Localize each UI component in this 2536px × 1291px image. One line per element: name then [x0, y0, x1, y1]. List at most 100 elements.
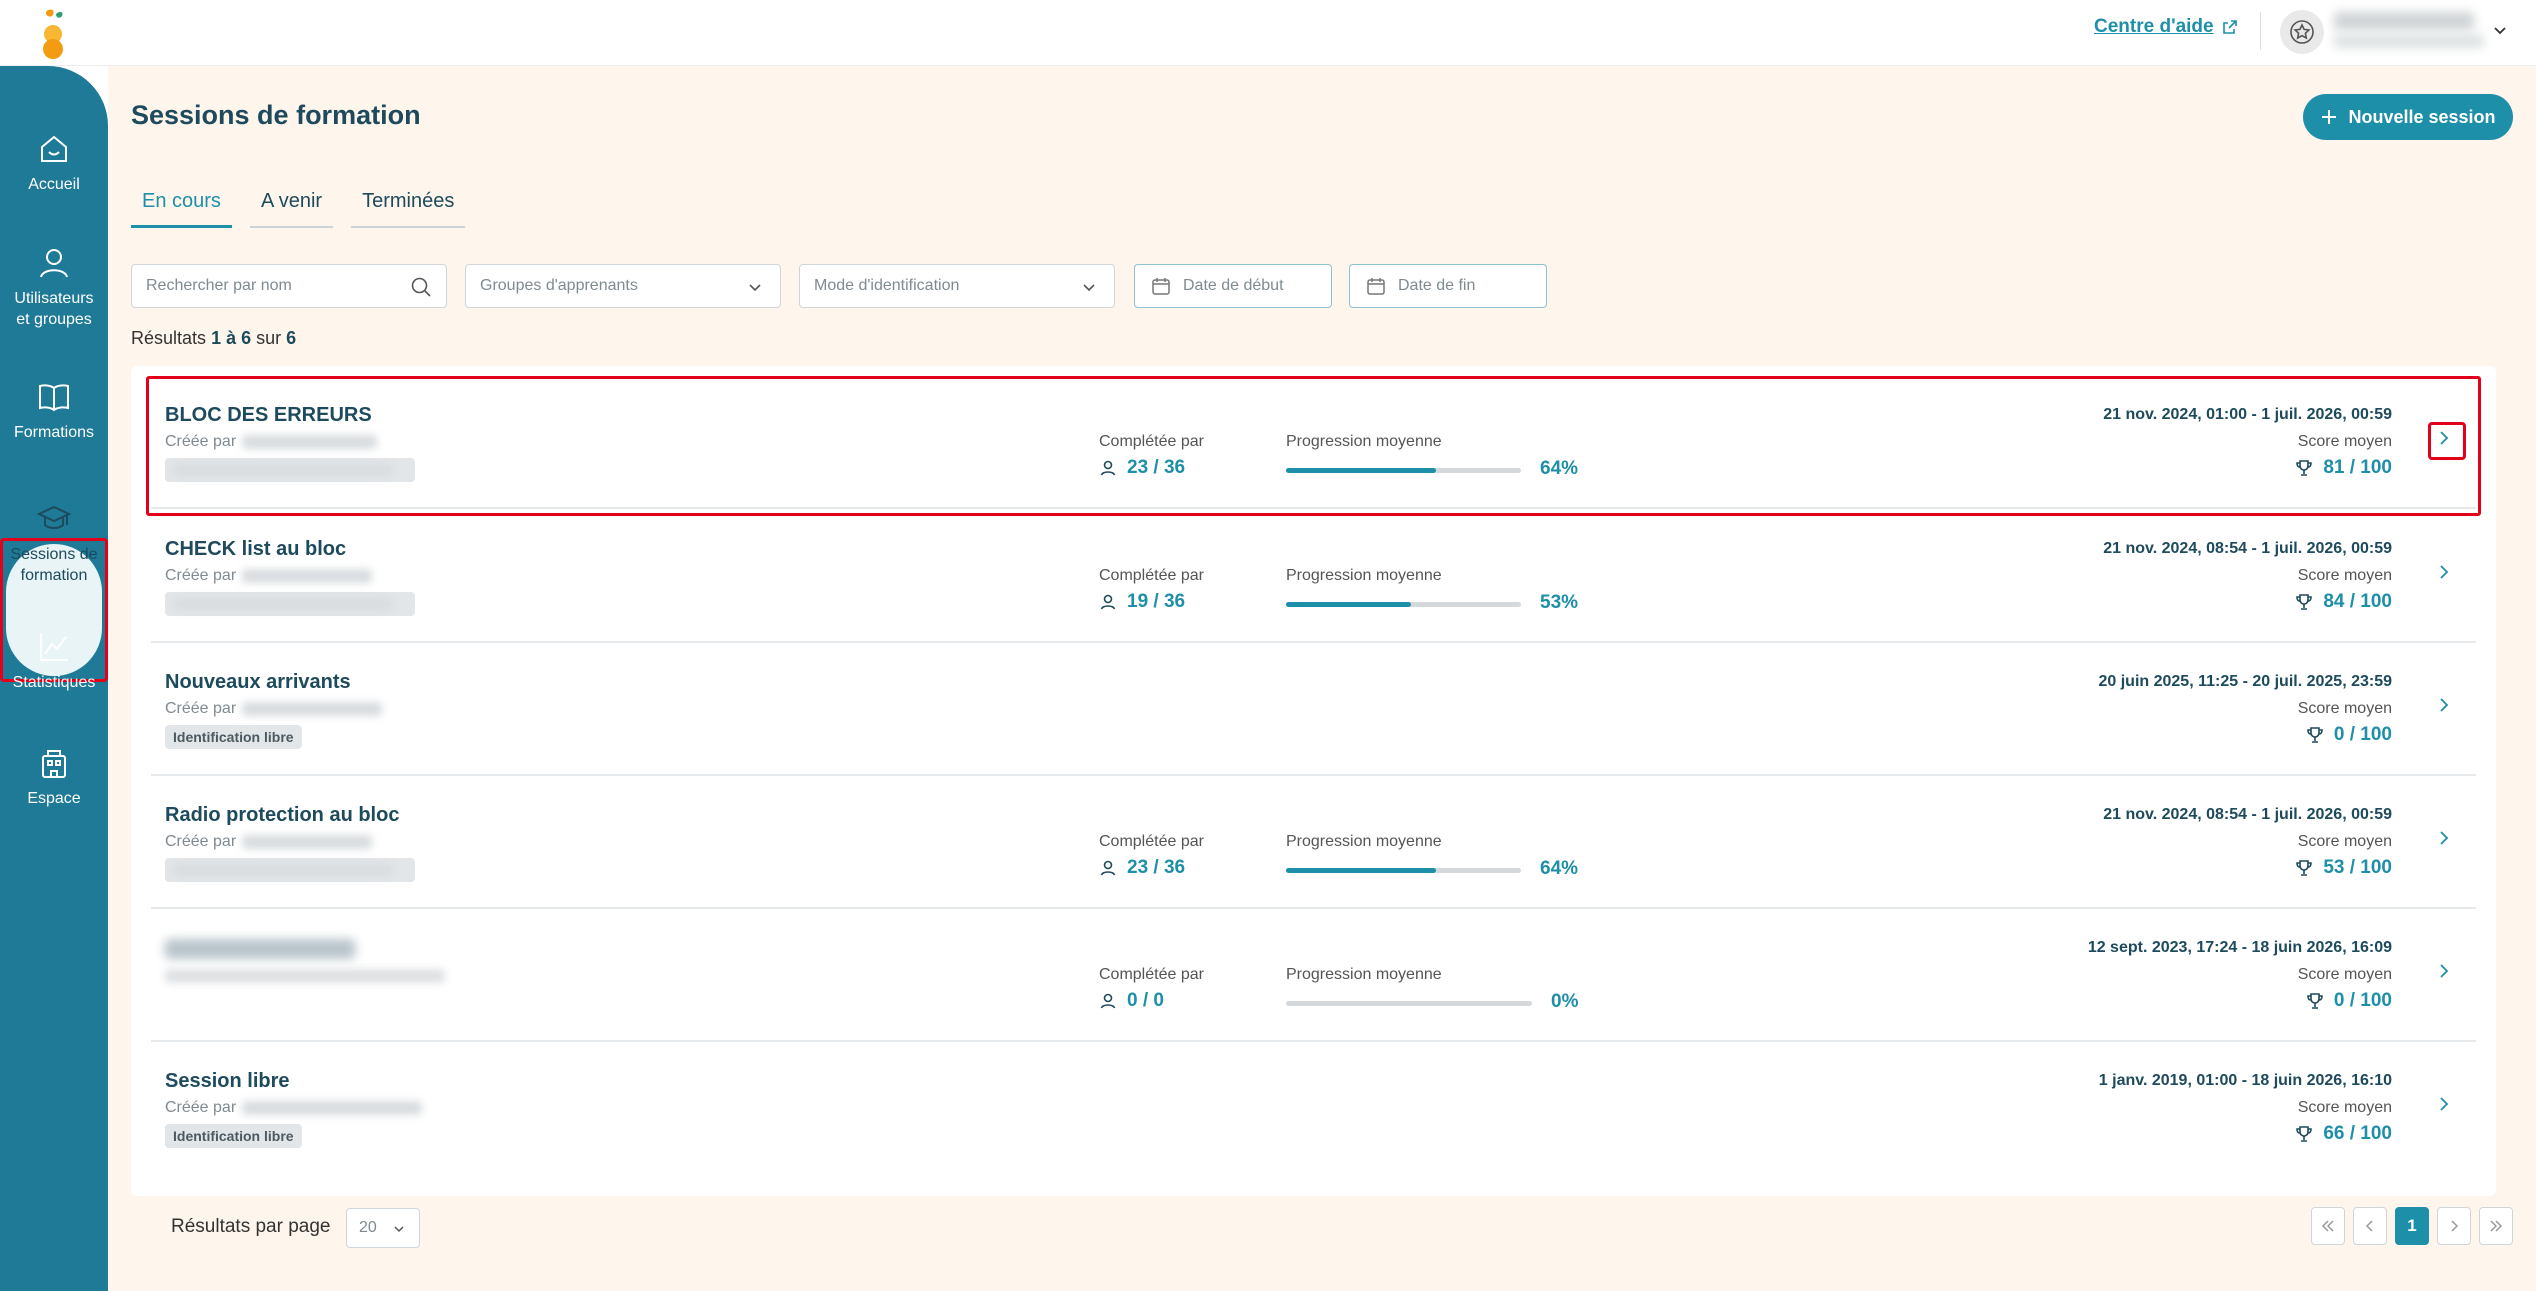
user-avatar[interactable]: [2280, 10, 2324, 54]
app-logo-icon[interactable]: [36, 6, 70, 60]
chevron-right-icon[interactable]: [2432, 1092, 2456, 1116]
page-title: Sessions de formation: [131, 100, 421, 130]
completed-by-value: 19 / 36: [1099, 591, 1185, 613]
sidebar-label-accueil: Accueil: [28, 176, 80, 193]
calendar-icon: [1152, 278, 1170, 295]
identification-mode-placeholder: Mode d'identification: [814, 277, 960, 294]
session-tabs: En cours A venir Terminées: [131, 186, 483, 228]
results-count: Résultats 1 à 6 sur 6: [131, 328, 296, 349]
completed-by-label: Complétée par: [1099, 433, 1204, 450]
completed-by-value: 23 / 36: [1099, 857, 1185, 879]
progress-bar: [1286, 468, 1521, 473]
results-range: 1 à 6: [211, 328, 252, 348]
sidebar-item-statistiques[interactable]: Statistiques: [0, 630, 108, 693]
session-creator: Créée par: [165, 567, 373, 585]
creator-name-redacted: [242, 702, 383, 716]
search-input[interactable]: Rechercher par nom: [131, 264, 447, 308]
search-icon: [411, 277, 431, 297]
session-creator-redacted: [165, 969, 445, 983]
sidebar-label-espace: Espace: [27, 790, 81, 807]
building-icon: [42, 750, 66, 778]
progress-percent: 64%: [1540, 458, 1579, 479]
sidebar-item-accueil[interactable]: Accueil: [0, 132, 108, 195]
avg-score-value: 81 / 100: [2295, 457, 2392, 479]
created-by-label: Créée par: [165, 700, 237, 717]
chevron-right-icon[interactable]: [2432, 693, 2456, 717]
completed-count: 23 / 36: [1127, 457, 1186, 478]
session-row[interactable]: Complétée par 0 / 0 Progression moyenne …: [151, 909, 2476, 1042]
top-bar: Centre d'aide: [0, 0, 2536, 66]
user-icon: [40, 249, 68, 278]
sessions-list: BLOC DES ERREURS Créée par Complétée par…: [131, 366, 2513, 1248]
session-creator: Créée par: [165, 833, 373, 851]
session-row[interactable]: Radio protection au bloc Créée par Compl…: [151, 776, 2476, 909]
completed-count: 0 / 0: [1127, 990, 1164, 1011]
avg-score-value: 66 / 100: [2295, 1123, 2392, 1145]
new-session-label: Nouvelle session: [2348, 106, 2496, 127]
start-date-input[interactable]: Date de début: [1134, 264, 1332, 308]
session-dates: 21 nov. 2024, 01:00 - 1 juil. 2026, 00:5…: [2103, 406, 2392, 423]
start-date-placeholder: Date de début: [1183, 277, 1284, 294]
help-center-link[interactable]: Centre d'aide: [2094, 16, 2238, 38]
session-dates: 21 nov. 2024, 08:54 - 1 juil. 2026, 00:5…: [2103, 540, 2392, 557]
user-icon: [1100, 460, 1116, 476]
learner-groups-placeholder: Groupes d'apprenants: [480, 277, 638, 294]
new-session-button[interactable]: Nouvelle session: [2303, 94, 2513, 140]
progress-fill: [1286, 602, 1411, 607]
session-name: BLOC DES ERREURS: [165, 404, 372, 426]
learner-groups-select[interactable]: Groupes d'apprenants: [465, 264, 781, 308]
first-page-button[interactable]: [2311, 1207, 2345, 1245]
session-name-redacted: [165, 939, 355, 959]
avg-score-label: Score moyen: [2297, 833, 2392, 850]
created-by-label: Créée par: [165, 433, 237, 450]
sidebar-label-sessions: Sessions de formation: [10, 546, 98, 584]
main-content: Sessions de formation Nouvelle session E…: [108, 66, 2536, 1291]
plus-icon: [2322, 110, 2337, 124]
score-value: 66 / 100: [2323, 1123, 2392, 1144]
per-page-select[interactable]: 20: [346, 1208, 420, 1248]
session-row[interactable]: Session libre Créée par Identification l…: [151, 1042, 2476, 1175]
chevron-right-icon[interactable]: [2432, 959, 2456, 983]
session-name: CHECK list au bloc: [165, 538, 347, 560]
identification-badge: [165, 458, 415, 482]
graduation-cap-icon: [37, 505, 71, 529]
session-creator: Créée par: [165, 1099, 423, 1117]
chevron-down-icon[interactable]: [2490, 20, 2510, 40]
chevron-down-icon: [394, 1226, 404, 1233]
completed-count: 23 / 36: [1127, 857, 1186, 878]
session-name: Radio protection au bloc: [165, 804, 400, 826]
chevron-right-icon[interactable]: [2432, 560, 2456, 584]
chevron-right-icon[interactable]: [2432, 426, 2456, 450]
help-center-label: Centre d'aide: [2094, 16, 2214, 37]
tab-en-cours[interactable]: En cours: [131, 186, 232, 228]
chevron-right-icon: [2451, 1220, 2459, 1232]
sidebar-item-espace[interactable]: Espace: [0, 746, 108, 809]
badge-redacted: [173, 464, 393, 476]
results-total: 6: [286, 328, 297, 348]
last-page-button[interactable]: [2479, 1207, 2513, 1245]
progress-percent: 0%: [1551, 991, 1579, 1012]
completed-by-value: 23 / 36: [1099, 457, 1185, 479]
session-row[interactable]: CHECK list au bloc Créée par Complétée p…: [151, 510, 2476, 643]
avg-progress-label: Progression moyenne: [1286, 833, 1442, 850]
progress-fill: [1286, 868, 1437, 873]
tab-terminees[interactable]: Terminées: [351, 186, 466, 228]
page-button-current[interactable]: 1: [2395, 1207, 2429, 1245]
previous-page-button[interactable]: [2353, 1207, 2387, 1245]
trophy-icon: [2296, 460, 2313, 476]
chevron-right-icon[interactable]: [2432, 826, 2456, 850]
tab-a-venir[interactable]: A venir: [249, 186, 334, 228]
progress-percent: 64%: [1540, 858, 1579, 879]
next-page-button[interactable]: [2437, 1207, 2471, 1245]
session-row[interactable]: BLOC DES ERREURS Créée par Complétée par…: [146, 376, 2481, 516]
session-row[interactable]: Nouveaux arrivants Créée par Identificat…: [151, 643, 2476, 776]
created-by-label: Créée par: [165, 567, 237, 584]
sidebar-item-users[interactable]: Utilisateurs et groupes: [0, 246, 108, 330]
identification-mode-select[interactable]: Mode d'identification: [799, 264, 1115, 308]
end-date-input[interactable]: Date de fin: [1349, 264, 1547, 308]
sidebar-item-sessions[interactable]: Sessions de formation: [0, 502, 108, 586]
sidebar-item-formations[interactable]: Formations: [0, 380, 108, 443]
identification-badge: Identification libre: [165, 725, 302, 749]
results-of: sur: [256, 328, 282, 348]
user-icon: [1100, 860, 1116, 876]
